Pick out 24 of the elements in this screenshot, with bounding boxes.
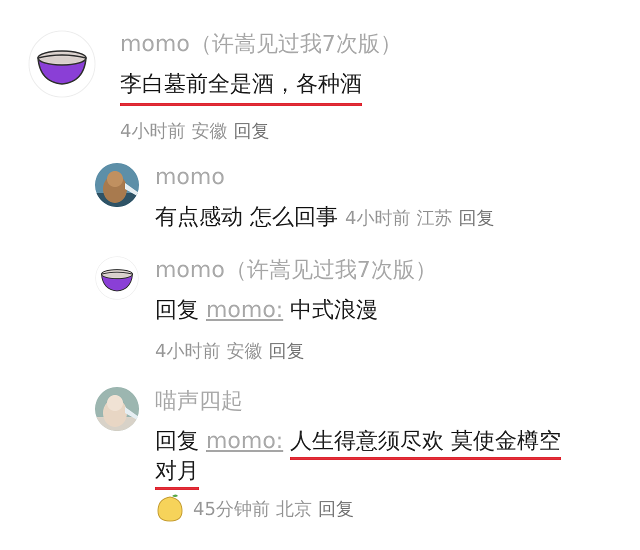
location-label: 安徽 bbox=[191, 121, 228, 142]
location-label: 北京 bbox=[276, 499, 312, 520]
bowl-avatar-icon bbox=[28, 30, 96, 98]
comment-text: 李白墓前全是酒，各种酒 bbox=[120, 70, 362, 106]
location-label: 江苏 bbox=[416, 208, 452, 229]
reply-link[interactable]: 回复 bbox=[268, 341, 304, 362]
reply-link[interactable]: 回复 bbox=[233, 121, 270, 142]
bowl-avatar-icon bbox=[95, 256, 139, 300]
timestamp: 45分钟前 bbox=[193, 499, 270, 520]
reply-link[interactable]: 回复 bbox=[318, 499, 354, 520]
reply-link[interactable]: 回复 bbox=[458, 208, 494, 229]
comment-text: 有点感动 怎么回事 bbox=[155, 205, 338, 230]
author-name[interactable]: momo（许嵩见过我7次版） bbox=[120, 30, 402, 60]
author-name[interactable]: momo（许嵩见过我7次版） bbox=[155, 256, 575, 286]
timestamp: 4小时前 bbox=[120, 121, 186, 142]
mention-link[interactable]: momo: bbox=[206, 429, 284, 454]
timestamp: 4小时前 bbox=[345, 208, 410, 229]
author-name[interactable]: momo bbox=[155, 163, 575, 193]
author-name[interactable]: 喵声四起 bbox=[155, 387, 575, 417]
timestamp: 4小时前 bbox=[155, 341, 220, 362]
location-label: 安徽 bbox=[226, 341, 262, 362]
mention-link[interactable]: momo: bbox=[206, 298, 284, 323]
comment-text: 回复 momo: 中式浪漫 bbox=[155, 297, 380, 325]
comment-text: 回复 momo: 人生得意须尽欢 莫使金樽空对月 bbox=[155, 427, 575, 487]
